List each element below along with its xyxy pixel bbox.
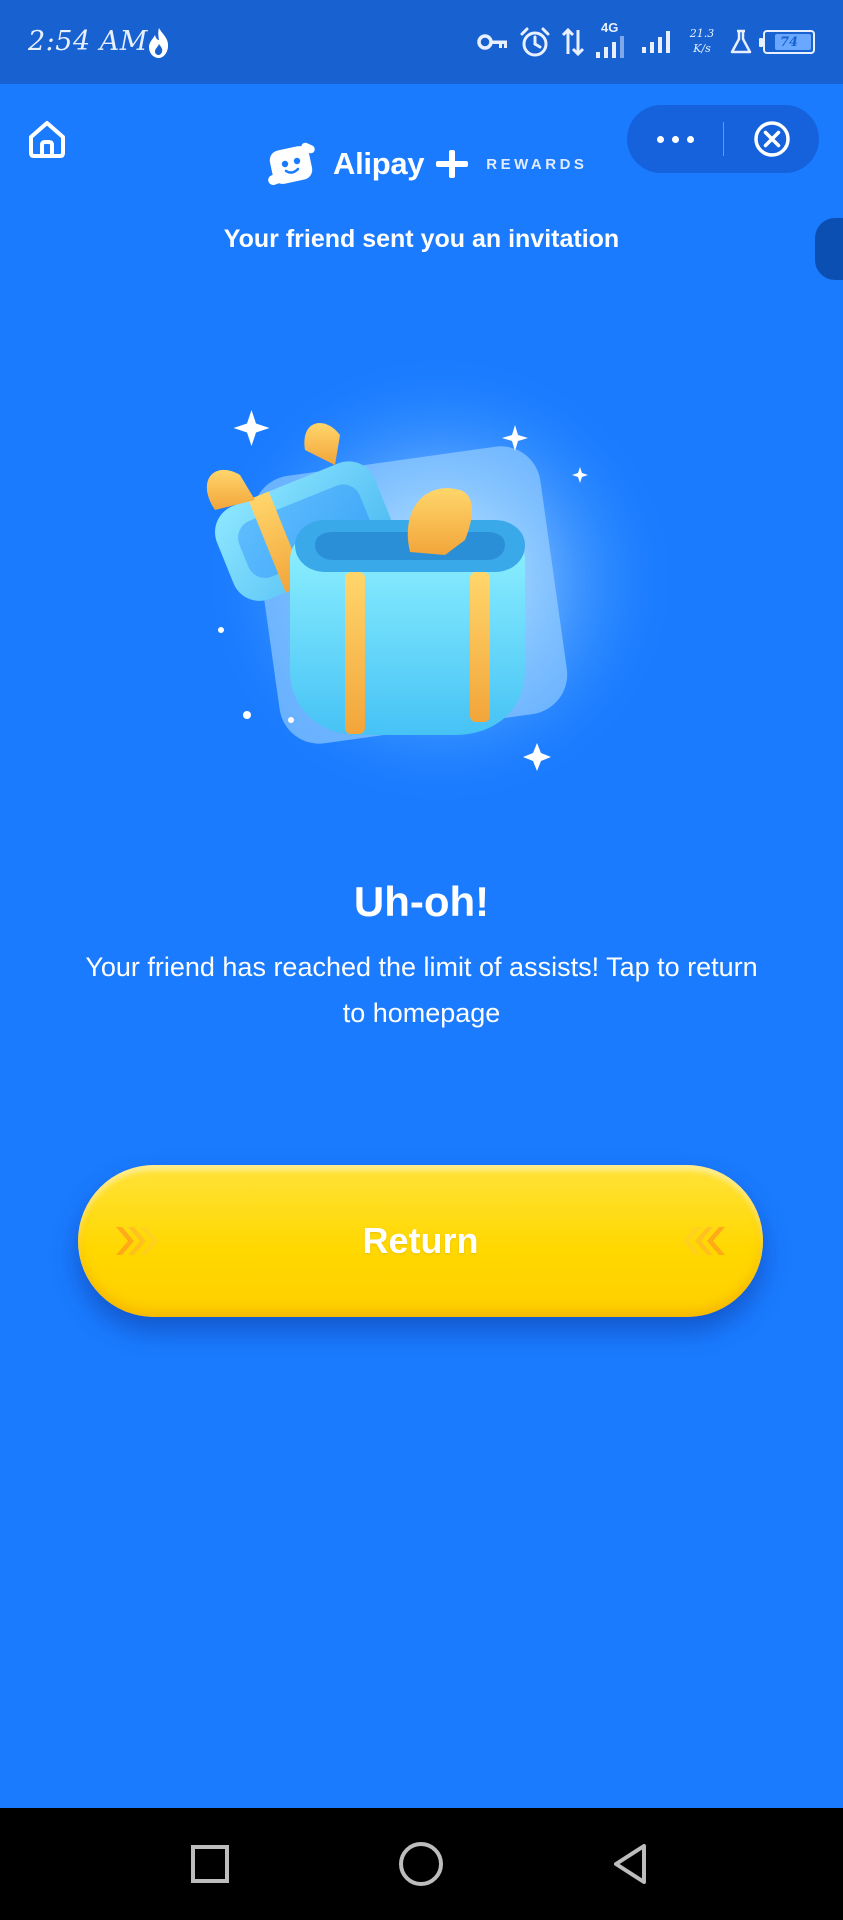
more-button[interactable]: [627, 105, 723, 173]
lab-flask-icon: [730, 29, 752, 54]
alipay-mascot-icon: [268, 142, 315, 186]
brand-suffix: REWARDS: [486, 155, 588, 173]
signal-icon: [642, 31, 670, 53]
battery-level: 74: [779, 34, 799, 50]
home-circle-icon: [399, 1842, 443, 1886]
miniapp-capsule: [627, 105, 819, 173]
flame-icon: [149, 28, 169, 58]
close-icon: [753, 121, 790, 157]
close-button[interactable]: [724, 105, 819, 173]
more-dot: [686, 135, 694, 143]
more-dot: [671, 135, 679, 143]
alarm-icon: [520, 27, 550, 57]
status-time: 2:54 AM: [28, 26, 148, 57]
chevrons-left-icon: [683, 1227, 725, 1255]
brand-logo: Alipay REWARDS: [265, 140, 587, 188]
home-icon: [29, 121, 65, 158]
chevrons-right-icon: [116, 1227, 158, 1255]
signal-4g: 4G: [595, 20, 631, 60]
home-button[interactable]: [24, 116, 70, 162]
signal-icon: [596, 36, 624, 58]
speed-value: 21.3: [689, 27, 715, 40]
home-nav-button[interactable]: [395, 1838, 447, 1890]
recent-apps-button[interactable]: [184, 1838, 236, 1890]
network-type: 4G: [601, 20, 619, 35]
invitation-subtitle: Your friend sent you an invitation: [223, 225, 620, 253]
return-button[interactable]: Return: [78, 1165, 763, 1317]
recent-apps-icon: [191, 1845, 229, 1883]
back-nav-button[interactable]: [606, 1838, 658, 1890]
back-triangle-icon: [614, 1844, 646, 1884]
speed-unit: K/s: [693, 42, 711, 55]
more-dots-icon: [656, 135, 664, 143]
system-nav-bar: [0, 1808, 843, 1920]
plus-icon: [436, 148, 469, 180]
status-message: Your friend has reached the limit of ass…: [85, 952, 758, 1028]
page-title: Uh-oh!: [353, 878, 490, 925]
battery-icon: 74: [759, 30, 815, 54]
network-speed: 21.3 K/s: [685, 26, 719, 58]
status-bar: 2:54 AM 4G 21.3 K/s 74: [0, 0, 843, 84]
side-drawer-tab[interactable]: [815, 218, 843, 280]
brand-name: Alipay: [333, 146, 425, 181]
gift-box-illustration: [200, 350, 680, 810]
return-label: Return: [362, 1220, 479, 1261]
vpn-key-icon: [477, 34, 507, 50]
data-transfer-icon: [561, 27, 585, 57]
status-icons: 4G 21.3 K/s 74: [477, 20, 815, 62]
